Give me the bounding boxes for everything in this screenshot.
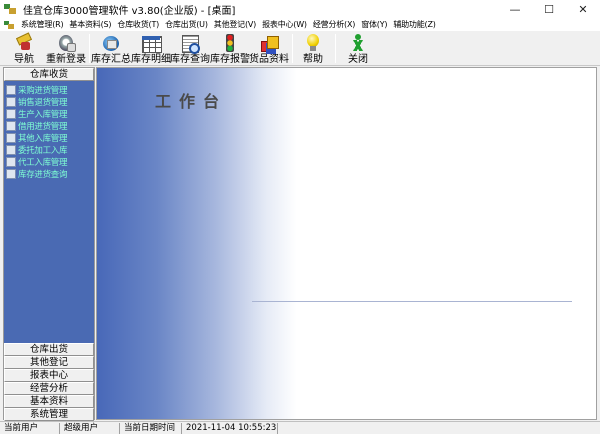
help-button[interactable]: 帮助 [298, 32, 328, 65]
nav-button[interactable]: 导航 [8, 32, 40, 65]
sidebar: 仓库收货 采购进货管理 销售退货管理 生产入库管理 借用进货管理 其他入库管理 [3, 67, 95, 421]
section-basic-data[interactable]: 基本资料 [4, 395, 94, 408]
nav-item-label: 采购进货管理 [18, 86, 68, 96]
stock-summary-button[interactable]: 库存汇总 [91, 32, 131, 65]
stock-query-button[interactable]: 库存查询 [170, 32, 210, 65]
nav-item-sales-return[interactable]: 销售退货管理 [6, 96, 92, 108]
section-shipping[interactable]: 仓库出货 [4, 343, 94, 356]
stock-alarm-label: 库存报警 [210, 54, 250, 65]
app-window: 佳宜仓库3000管理软件 v3.80(企业版) - [桌面] — ☐ ✕ 系统管… [0, 0, 600, 434]
section-report-center[interactable]: 报表中心 [4, 369, 94, 382]
desktop-workspace: 工作台 [96, 67, 597, 420]
menu-analysis[interactable]: 经营分析(X) [310, 19, 358, 30]
menu-bar: 系统管理(R) 基本资料(S) 仓库收货(T) 仓库出货(U) 其他登记(V) … [0, 18, 600, 31]
document-search-icon [179, 33, 201, 54]
navigation-icon [13, 33, 35, 53]
stock-detail-label: 库存明细 [131, 54, 171, 65]
mdi-child-icon[interactable] [3, 20, 15, 30]
section-analysis[interactable]: 经营分析 [4, 382, 94, 395]
production-icon [6, 109, 16, 119]
title-bar: 佳宜仓库3000管理软件 v3.80(企业版) - [桌面] — ☐ ✕ [0, 0, 600, 18]
maximize-button[interactable]: ☐ [532, 0, 566, 18]
exit-button-label: 关闭 [348, 54, 368, 65]
borrow-icon [6, 121, 16, 131]
section-other-register[interactable]: 其他登记 [4, 356, 94, 369]
workspace-divider [252, 301, 572, 302]
inbound-query-icon [6, 169, 16, 179]
traffic-light-icon [219, 33, 241, 53]
globe-icon [100, 33, 122, 53]
toolbar-separator [335, 34, 336, 63]
toolbar-separator [292, 34, 293, 63]
nav-item-production-in[interactable]: 生产入库管理 [6, 108, 92, 120]
app-logo-icon [3, 3, 17, 15]
outsourced-icon [6, 145, 16, 155]
window-title: 佳宜仓库3000管理软件 v3.80(企业版) - [桌面] [23, 5, 236, 17]
stock-query-label: 库存查询 [170, 54, 210, 65]
receiving-items-list: 采购进货管理 销售退货管理 生产入库管理 借用进货管理 其他入库管理 委托加工入… [4, 81, 94, 343]
nav-item-oem-in[interactable]: 代工入库管理 [6, 156, 92, 168]
window-controls: — ☐ ✕ [498, 0, 600, 18]
menu-system[interactable]: 系统管理(R) [18, 19, 66, 30]
nav-item-label: 代工入库管理 [18, 158, 68, 168]
menu-other-register[interactable]: 其他登记(V) [211, 19, 259, 30]
sales-return-icon [6, 97, 16, 107]
status-bar: 当前用户 超级用户 当前日期时间 2021-11-04 10:55:23 [0, 421, 600, 434]
purchase-icon [6, 85, 16, 95]
goods-data-label: 货品资料 [249, 54, 289, 65]
menu-shipping[interactable]: 仓库出货(U) [162, 19, 211, 30]
nav-item-outsourced-in[interactable]: 委托加工入库 [6, 144, 92, 156]
relogin-icon [55, 33, 77, 53]
menu-report-center[interactable]: 报表中心(W) [259, 19, 310, 30]
nav-item-label: 库存进货查询 [18, 170, 68, 180]
nav-button-label: 导航 [14, 54, 34, 65]
nav-item-label: 销售退货管理 [18, 98, 68, 108]
nav-item-borrow-in[interactable]: 借用进货管理 [6, 120, 92, 132]
goods-data-button[interactable]: 货品资料 [249, 32, 289, 65]
help-button-label: 帮助 [303, 54, 323, 65]
menu-aux[interactable]: 辅助功能(Z) [390, 19, 438, 30]
nav-item-purchase-in[interactable]: 采购进货管理 [6, 84, 92, 96]
section-receiving[interactable]: 仓库收货 [4, 68, 94, 81]
relogin-button[interactable]: 重新登录 [44, 32, 88, 65]
boxes-icon [258, 33, 280, 53]
menu-window[interactable]: 窗体(Y) [358, 19, 390, 30]
toolbar: 导航 重新登录 库存汇总 库存明细 库存查询 库存报警 货品资料 帮助 关闭 [0, 31, 600, 66]
running-man-icon [347, 33, 369, 53]
stock-detail-button[interactable]: 库存明细 [131, 32, 171, 65]
other-in-icon [6, 133, 16, 143]
toolbar-separator [89, 34, 90, 63]
minimize-button[interactable]: — [498, 0, 532, 18]
workspace-title: 工作台 [155, 92, 228, 111]
stock-summary-label: 库存汇总 [91, 54, 131, 65]
menu-basic-data[interactable]: 基本资料(S) [66, 19, 114, 30]
menu-receiving[interactable]: 仓库收货(T) [114, 19, 162, 30]
oem-icon [6, 157, 16, 167]
status-datetime-value: 2021-11-04 10:55:23 [182, 423, 278, 434]
status-user-value: 超级用户 [60, 423, 120, 434]
stock-alarm-button[interactable]: 库存报警 [209, 32, 251, 65]
section-system[interactable]: 系统管理 [4, 408, 94, 421]
status-datetime-label: 当前日期时间 [120, 423, 182, 434]
exit-button[interactable]: 关闭 [343, 32, 373, 65]
nav-item-other-in[interactable]: 其他入库管理 [6, 132, 92, 144]
nav-item-label: 其他入库管理 [18, 134, 68, 144]
nav-item-label: 生产入库管理 [18, 110, 68, 120]
status-user-label: 当前用户 [0, 423, 60, 434]
nav-item-label: 委托加工入库 [18, 146, 68, 156]
nav-item-label: 借用进货管理 [18, 122, 68, 132]
relogin-button-label: 重新登录 [46, 54, 86, 65]
lightbulb-icon [302, 33, 324, 53]
table-icon [140, 33, 162, 53]
nav-item-inbound-query[interactable]: 库存进货查询 [6, 168, 92, 180]
close-window-button[interactable]: ✕ [566, 0, 600, 18]
